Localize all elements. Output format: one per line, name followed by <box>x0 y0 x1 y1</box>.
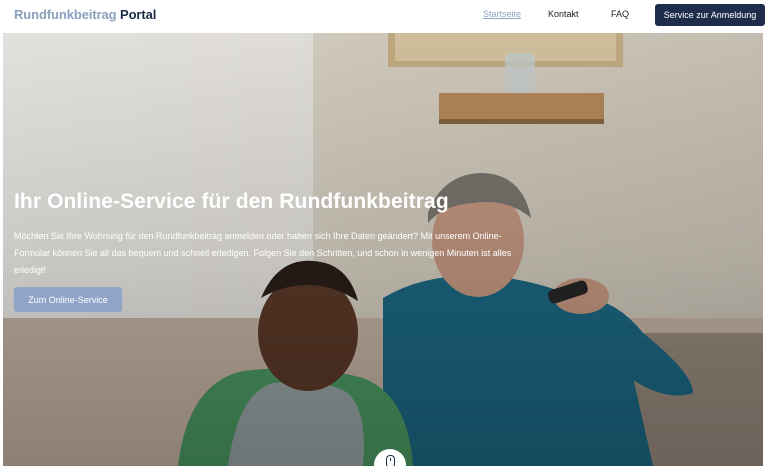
service-anmeldung-button[interactable]: Service zur Anmeldung <box>655 4 765 26</box>
zum-online-service-button[interactable]: Zum Online-Service <box>14 287 122 312</box>
site-header: Rundfunkbeitrag Portal Startseite Kontak… <box>0 0 766 31</box>
nav-startseite[interactable]: Startseite <box>483 9 521 19</box>
brand-logo[interactable]: Rundfunkbeitrag Portal <box>14 7 156 22</box>
brand-name-part1: Rundfunkbeitrag <box>14 7 117 22</box>
hero-paragraph: Möchten Sie Ihre Wohnung für den Rundfun… <box>14 231 512 275</box>
nav-faq[interactable]: FAQ <box>611 9 629 19</box>
nav-kontakt[interactable]: Kontakt <box>548 9 579 19</box>
mouse-scroll-icon <box>386 455 395 466</box>
hero-headline: Ihr Online-Service für den Rundfunkbeitr… <box>14 190 449 213</box>
brand-name-part2: Portal <box>120 7 157 22</box>
hero-section: Ihr Online-Service für den Rundfunkbeitr… <box>3 33 763 466</box>
